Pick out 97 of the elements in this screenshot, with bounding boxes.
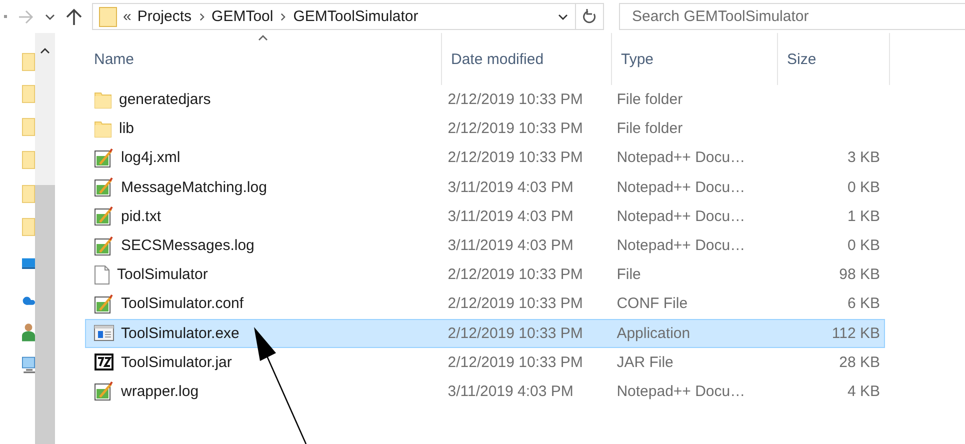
folder-icon bbox=[94, 120, 112, 138]
date-modified: 2/12/2019 10:33 PM bbox=[448, 266, 583, 284]
date-modified: 3/11/2019 4:03 PM bbox=[448, 237, 574, 254]
file-name: log4j.xml bbox=[121, 149, 180, 166]
file-type: Notepad++ Docu… bbox=[616, 178, 746, 196]
file-name: ToolSimulator.conf bbox=[121, 295, 244, 312]
file-size: 6 KB bbox=[847, 295, 880, 312]
date-modified: 2/12/2019 10:33 PM bbox=[448, 354, 583, 371]
file-size: 0 KB bbox=[847, 237, 880, 254]
refresh-icon bbox=[582, 8, 596, 24]
sort-ascending-icon bbox=[258, 33, 268, 43]
file-name: generatedjars bbox=[119, 91, 211, 108]
scrollbar[interactable] bbox=[35, 33, 55, 444]
file-name: lib bbox=[119, 120, 134, 138]
date-modified: 2/12/2019 10:33 PM bbox=[448, 324, 583, 342]
file-type: CONF File bbox=[616, 295, 688, 312]
breadcrumb[interactable]: Projects bbox=[137, 8, 192, 25]
forward-arrow-icon bbox=[18, 10, 34, 24]
file-size: 1 KB bbox=[847, 208, 880, 225]
refresh-button[interactable] bbox=[576, 3, 604, 30]
notepad-icon bbox=[94, 177, 114, 198]
document-icon bbox=[94, 264, 110, 285]
file-type: Notepad++ Docu… bbox=[616, 149, 746, 166]
breadcrumb[interactable]: GEMTool bbox=[212, 8, 274, 25]
file-name: wrapper.log bbox=[121, 382, 199, 400]
date-modified: 2/12/2019 10:33 PM bbox=[448, 120, 583, 138]
user-icon bbox=[22, 322, 35, 342]
file-size: 98 KB bbox=[839, 266, 880, 284]
file-name: ToolSimulator bbox=[117, 266, 208, 284]
folder-icon bbox=[22, 216, 35, 238]
folder-icon bbox=[22, 51, 35, 73]
folder-icon bbox=[99, 6, 117, 26]
folder-icon bbox=[22, 82, 35, 104]
chevron-right-icon bbox=[198, 12, 206, 22]
date-modified: 3/11/2019 4:03 PM bbox=[448, 178, 574, 196]
file-type: File bbox=[616, 266, 641, 284]
file-type: Notepad++ Docu… bbox=[616, 237, 746, 254]
file-type: File folder bbox=[616, 120, 683, 138]
file-name: MessageMatching.log bbox=[121, 178, 267, 196]
search-field[interactable]: Search GEMToolSimulator bbox=[619, 3, 965, 30]
application-icon bbox=[94, 325, 114, 342]
file-row[interactable]: ToolSimulator.jar 2/12/2019 10:33 PM JAR File 28 KB bbox=[85, 348, 885, 377]
notepad-icon bbox=[94, 206, 114, 226]
file-size: 4 KB bbox=[847, 382, 880, 400]
date-modified: 2/12/2019 10:33 PM bbox=[448, 149, 583, 166]
file-name: ToolSimulator.jar bbox=[121, 354, 232, 371]
breadcrumb-overflow[interactable]: « bbox=[123, 8, 132, 25]
file-row[interactable]: log4j.xml 2/12/2019 10:33 PM Notepad++ Docu… 3 KB bbox=[85, 143, 885, 173]
folder-icon bbox=[22, 182, 35, 204]
file-name: ToolSimulator.exe bbox=[121, 324, 240, 342]
date-modified: 3/11/2019 4:03 PM bbox=[448, 208, 574, 225]
chevron-down-icon bbox=[45, 12, 55, 22]
file-row[interactable]: ToolSimulator.conf 2/12/2019 10:33 PM CONF File 6 KB bbox=[85, 289, 885, 318]
archive-icon bbox=[94, 353, 114, 372]
date-modified: 2/12/2019 10:33 PM bbox=[448, 295, 583, 312]
date-modified: 2/12/2019 10:33 PM bbox=[448, 91, 583, 108]
scrollbar-thumb[interactable] bbox=[35, 185, 55, 444]
notepad-icon bbox=[94, 236, 114, 256]
column-header[interactable]: Size bbox=[778, 33, 890, 85]
file-type: File folder bbox=[616, 91, 683, 108]
column-header[interactable]: Type bbox=[612, 33, 778, 85]
cloud-icon bbox=[22, 294, 35, 306]
up-arrow-icon bbox=[66, 8, 82, 26]
file-type: Application bbox=[616, 324, 690, 342]
file-size: 3 KB bbox=[847, 149, 880, 166]
file-type: JAR File bbox=[616, 354, 674, 371]
scroll-up-icon bbox=[40, 46, 50, 56]
folder-icon bbox=[94, 90, 112, 109]
chevron-right-icon bbox=[279, 12, 288, 22]
file-row[interactable]: wrapper.log 3/11/2019 4:03 PM Notepad++ Docu… 4 KB bbox=[85, 376, 885, 406]
notepad-icon bbox=[94, 294, 114, 314]
file-row[interactable]: lib 2/12/2019 10:33 PM File folder bbox=[85, 114, 885, 144]
date-modified: 3/11/2019 4:03 PM bbox=[448, 382, 574, 400]
folder-icon bbox=[22, 149, 35, 171]
file-row[interactable]: ToolSimulator 2/12/2019 10:33 PM File 98 KB bbox=[85, 260, 885, 290]
notepad-icon bbox=[94, 381, 114, 402]
breadcrumb[interactable]: GEMToolSimulator bbox=[293, 8, 418, 25]
folder-icon bbox=[22, 116, 35, 138]
file-type: Notepad++ Docu… bbox=[616, 208, 746, 225]
file-name: SECSMessages.log bbox=[121, 237, 254, 254]
notepad-icon bbox=[94, 148, 114, 168]
address-bar[interactable]: « Projects GEMTool GEMToolSimulator bbox=[92, 3, 576, 30]
file-size: 112 KB bbox=[832, 324, 880, 342]
file-name: pid.txt bbox=[121, 208, 162, 225]
desktop-icon bbox=[22, 257, 35, 271]
column-header[interactable]: Date modified bbox=[442, 33, 612, 85]
file-row[interactable]: pid.txt 3/11/2019 4:03 PM Notepad++ Docu… 1 KB bbox=[85, 202, 885, 231]
file-row[interactable]: generatedjars 2/12/2019 10:33 PM File folder bbox=[85, 85, 885, 114]
file-size: 0 KB bbox=[847, 178, 880, 196]
computer-icon bbox=[22, 355, 35, 375]
chevron-down-icon bbox=[558, 12, 568, 22]
file-row[interactable]: SECSMessages.log 3/11/2019 4:03 PM Notepad++ Docu… 0 KB bbox=[85, 230, 885, 260]
file-row[interactable]: MessageMatching.log 3/11/2019 4:03 PM Notepad++ Docu… 0 KB bbox=[85, 172, 885, 202]
column-header[interactable]: Name bbox=[85, 33, 442, 85]
file-type: Notepad++ Docu… bbox=[616, 382, 746, 400]
file-size: 28 KB bbox=[839, 354, 880, 371]
file-row[interactable]: ToolSimulator.exe 2/12/2019 10:33 PM Application 112 KB bbox=[85, 318, 885, 348]
